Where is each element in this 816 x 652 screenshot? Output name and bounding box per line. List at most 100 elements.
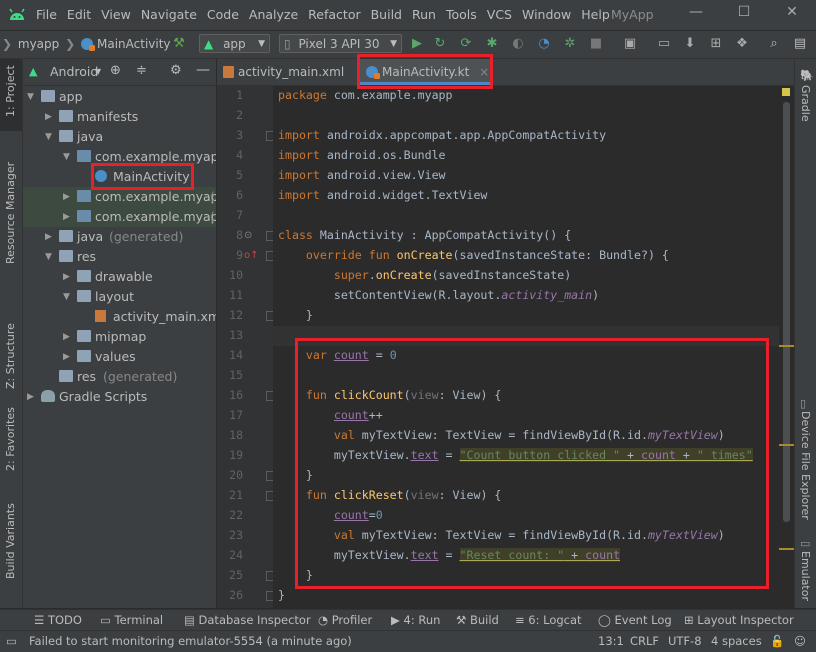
tool-run[interactable]: ▶ 4: Run [391,613,440,627]
tree-item[interactable]: ▶ Gradle Scripts [23,387,216,407]
tree-item[interactable]: ▶ mipmap [23,327,216,347]
tree-item[interactable]: ▶ com.example.myapp(t [23,207,216,227]
tree-item[interactable]: ▶ java (generated) [23,227,216,247]
menu-run[interactable]: Run [412,7,436,22]
tool-database-inspector[interactable]: ▤ Database Inspector [184,613,311,627]
menu-vcs[interactable]: VCS [487,7,512,22]
menu-view[interactable]: View [101,7,131,22]
menu-file[interactable]: File [36,7,57,22]
tab-activity-main-xml[interactable]: activity_main.xml [223,59,344,85]
tool-event-log[interactable]: ◯ Event Log [598,613,672,627]
chevron-right-icon[interactable]: ▶ [27,387,34,407]
hammer-icon[interactable]: ⚒ [171,36,187,52]
tree-item[interactable]: res (generated) [23,367,216,387]
tab-mainactivity-kt[interactable]: MainActivity.kt × [358,59,493,85]
chevron-down-icon[interactable]: ▼ [63,147,70,167]
settings-window-icon[interactable]: ▤ [792,36,808,52]
tree-item[interactable]: ▼ java [23,127,216,147]
sdk-manager-icon[interactable]: ⬇ [682,36,698,52]
chevron-down-icon[interactable]: ▼ [27,87,34,107]
tool-build[interactable]: ⚒ Build [456,613,499,627]
device-select[interactable]: ▯ Pixel 3 API 30 ▼ [279,34,402,53]
chevron-down-icon[interactable]: ▼ [63,287,70,307]
chevron-down-icon[interactable]: ▼ [45,127,52,147]
tree-item[interactable]: ▼ app [23,87,216,107]
tree-item[interactable]: ▼ res [23,247,216,267]
cursor-position[interactable]: 13:1 [598,634,624,648]
tool-logcat[interactable]: ≡ 6: Logcat [515,613,582,627]
profile-icon[interactable]: ◔ [536,36,552,52]
collapse-all-icon[interactable]: ≑ [136,63,147,78]
tool-tab-structure[interactable]: Z: Structure [0,309,22,399]
apply-code-changes-icon[interactable]: ⟳ [458,36,474,52]
tool-terminal[interactable]: ▭ Terminal [100,613,163,627]
tool-tab-device-file-explorer[interactable]: Device File Explorer [799,411,812,520]
file-encoding[interactable]: UTF-8 [668,634,702,648]
chevron-right-icon[interactable]: ▶ [63,187,70,207]
tree-item[interactable]: ▼ com.example.myapp [23,147,216,167]
override-marker-icon[interactable]: o↑ [244,250,259,261]
run-icon[interactable]: ▶ [409,36,425,52]
attach-debugger-icon[interactable]: ◐ [510,36,526,52]
chevron-right-icon[interactable]: ▶ [63,347,70,367]
chevron-right-icon[interactable]: ▶ [63,267,70,287]
close-tab-icon[interactable]: × [479,65,489,79]
menu-navigate[interactable]: Navigate [141,7,197,22]
editor-scrollbar[interactable] [783,102,790,522]
indent-setting[interactable]: 4 spaces [711,634,762,648]
menu-code[interactable]: Code [207,7,239,22]
breadcrumb-file[interactable]: MainActivity [97,37,171,51]
minimize-button[interactable]: — [684,4,708,24]
apply-changes-icon[interactable]: ↻ [432,36,448,52]
chevron-right-icon[interactable]: ▶ [45,227,52,247]
chevron-right-icon[interactable]: ▶ [63,207,70,227]
sync-project-icon[interactable]: ▣ [622,36,638,52]
tool-tab-favorites[interactable]: 2: Favorites [0,407,22,499]
lock-icon[interactable]: 🔓 [770,634,784,648]
class-marker-icon[interactable]: ⊙ [244,230,252,241]
locate-file-icon[interactable]: ⊕ [110,63,121,78]
menu-help[interactable]: Help [581,7,610,22]
line-separator[interactable]: CRLF [630,634,659,648]
tool-layout-inspector[interactable]: ⊞ Layout Inspector [684,613,794,627]
stop-icon[interactable]: ■ [588,36,604,52]
chevron-down-icon[interactable]: ▼ [45,247,52,267]
tree-item[interactable]: ▼ layout [23,287,216,307]
hide-panel-icon[interactable]: — [196,62,210,78]
tool-tab-emulator[interactable]: Emulator [799,551,812,601]
avd-manager-icon[interactable]: ▭ [656,36,672,52]
tool-tab-resource-manager[interactable]: Resource Manager [0,139,22,269]
menu-analyze[interactable]: Analyze [249,7,298,22]
search-icon[interactable]: ⌕ [766,36,782,52]
chevron-right-icon[interactable]: ▶ [63,327,70,347]
menu-refactor[interactable]: Refactor [308,7,360,22]
menu-edit[interactable]: Edit [67,7,91,22]
tree-item[interactable]: ▶ manifests [23,107,216,127]
breadcrumb-project[interactable]: myapp [18,37,59,51]
layout-inspector-icon[interactable]: ⊞ [708,36,724,52]
attach-process-icon[interactable]: ✲ [562,36,578,52]
project-view-mode[interactable]: Android [50,64,98,79]
maximize-button[interactable]: ☐ [732,4,756,24]
tool-tab-gradle[interactable]: Gradle [799,85,812,122]
close-window-button[interactable]: ✕ [780,4,804,24]
tool-profiler[interactable]: ◔ Profiler [318,613,372,627]
tool-tab-project[interactable]: 1: Project [0,59,22,131]
debug-icon[interactable]: ✱ [484,36,500,52]
code-editor[interactable]: package com.example.myapp import androidx… [273,86,779,608]
tree-item[interactable]: ▶ drawable [23,267,216,287]
menu-window[interactable]: Window [522,7,571,22]
tree-item[interactable]: ▶ values [23,347,216,367]
run-config-select[interactable]: ▲ app ▼ [199,34,270,53]
tree-item[interactable]: MainActivity [23,167,216,187]
chevron-down-icon[interactable]: ▼ [95,67,101,76]
menu-build[interactable]: Build [371,7,402,22]
tool-tab-build-variants[interactable]: Build Variants [0,503,22,604]
resource-icon[interactable]: ❖ [734,36,750,52]
menu-tools[interactable]: Tools [446,7,477,22]
warning-status-icon[interactable] [782,88,790,96]
status-message[interactable]: Failed to start monitoring emulator-5554… [29,634,352,648]
tree-item[interactable]: ▶ com.example.myapp(a [23,187,216,207]
chevron-right-icon[interactable]: ▶ [45,107,52,127]
tool-todo[interactable]: ☰ TODO [34,613,82,627]
